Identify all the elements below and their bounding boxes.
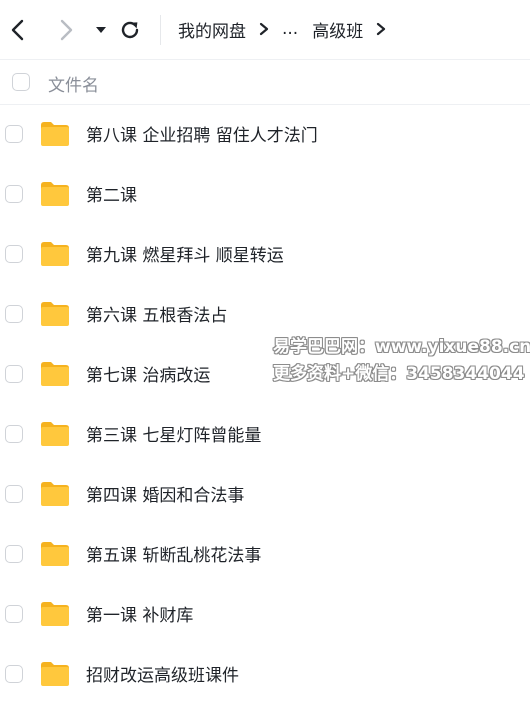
row-checkbox[interactable]: [5, 185, 23, 203]
file-name: 第二课: [86, 186, 137, 206]
refresh-icon: [121, 21, 139, 39]
breadcrumb-separator-icon: [375, 22, 387, 36]
list-item[interactable]: 第三课 七星灯阵曾能量: [0, 405, 530, 465]
list-item[interactable]: 第八课 企业招聘 留住人才法门: [0, 105, 530, 165]
row-checkbox[interactable]: [5, 605, 23, 623]
back-button[interactable]: [6, 18, 30, 42]
breadcrumb-item-ellipsis[interactable]: ...: [282, 19, 298, 39]
file-name: 第九课 燃星拜斗 顺星转运: [86, 246, 284, 266]
list-header: 文件名: [0, 60, 530, 105]
folder-icon: [41, 242, 69, 266]
folder-icon: [41, 482, 69, 506]
file-name: 招财改运高级班课件: [86, 666, 239, 686]
file-name: 第四课 婚因和合法事: [86, 486, 245, 506]
history-dropdown-button[interactable]: [89, 18, 113, 42]
breadcrumb-separator-icon: [258, 22, 270, 36]
list-item[interactable]: 第七课 治病改运: [0, 345, 530, 405]
file-name: 第七课 治病改运: [86, 366, 211, 386]
folder-icon: [41, 182, 69, 206]
list-item[interactable]: 第四课 婚因和合法事: [0, 465, 530, 525]
folder-icon: [41, 122, 69, 146]
breadcrumb-item-my-drive[interactable]: 我的网盘: [178, 17, 246, 42]
breadcrumb-item-advanced-class[interactable]: 高级班: [312, 17, 363, 42]
file-name: 第六课 五根香法占: [86, 306, 228, 326]
file-name: 第一课 补财库: [86, 606, 194, 626]
list-item[interactable]: 第二课: [0, 165, 530, 225]
row-checkbox[interactable]: [5, 425, 23, 443]
row-checkbox[interactable]: [5, 245, 23, 263]
select-all-checkbox[interactable]: [12, 73, 30, 91]
list-item[interactable]: 招财改运高级班课件: [0, 645, 530, 705]
row-checkbox[interactable]: [5, 125, 23, 143]
breadcrumb: 我的网盘 ... 高级班: [178, 17, 399, 42]
toolbar-divider: [160, 15, 161, 45]
folder-icon: [41, 662, 69, 686]
row-checkbox[interactable]: [5, 665, 23, 683]
folder-icon: [41, 362, 69, 386]
list-item[interactable]: 第五课 斩断乱桃花法事: [0, 525, 530, 585]
folder-icon: [41, 542, 69, 566]
column-header-name[interactable]: 文件名: [48, 71, 99, 96]
file-name: 第五课 斩断乱桃花法事: [86, 546, 262, 566]
list-item[interactable]: 第六课 五根香法占: [0, 285, 530, 345]
list-item[interactable]: 第一课 补财库: [0, 585, 530, 645]
file-name: 第八课 企业招聘 留住人才法门: [86, 126, 318, 146]
row-checkbox[interactable]: [5, 365, 23, 383]
folder-icon: [41, 302, 69, 326]
list-item[interactable]: 第九课 燃星拜斗 顺星转运: [0, 225, 530, 285]
row-checkbox[interactable]: [5, 545, 23, 563]
refresh-button[interactable]: [118, 18, 142, 42]
toolbar: 我的网盘 ... 高级班: [0, 0, 530, 60]
chevron-right-icon: [60, 19, 73, 41]
forward-button[interactable]: [54, 18, 78, 42]
file-name: 第三课 七星灯阵曾能量: [86, 426, 262, 446]
row-checkbox[interactable]: [5, 305, 23, 323]
chevron-left-icon: [11, 19, 24, 41]
folder-icon: [41, 422, 69, 446]
row-checkbox[interactable]: [5, 485, 23, 503]
caret-down-icon: [96, 27, 106, 33]
folder-icon: [41, 602, 69, 626]
